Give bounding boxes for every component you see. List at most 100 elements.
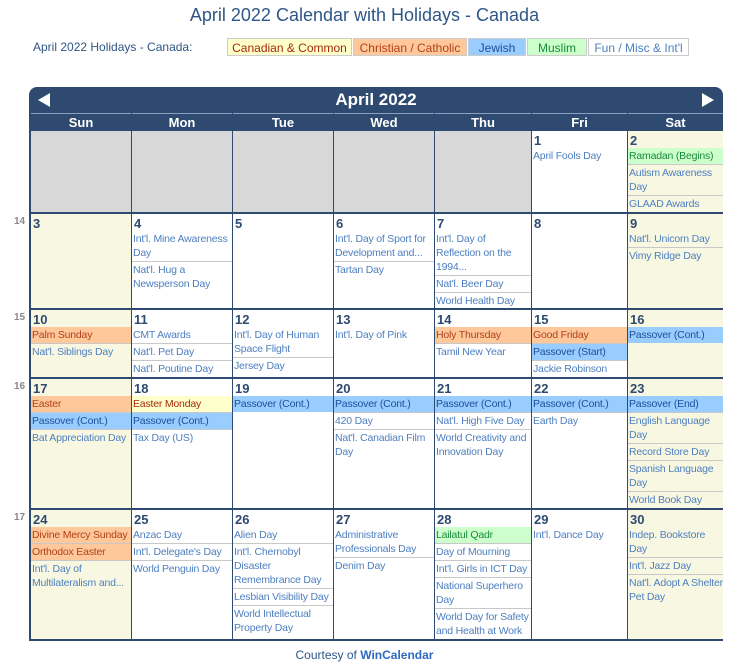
holiday-event[interactable]: GLAAD Awards [628, 196, 723, 212]
holiday-event[interactable]: Autism Awareness Day [628, 165, 723, 196]
holiday-event[interactable]: Int'l. Chernobyl Disaster Remembrance Da… [233, 544, 333, 589]
holiday-event[interactable]: Easter [31, 396, 131, 413]
holiday-event[interactable]: Administrative Professionals Day [334, 527, 434, 558]
arrow-right-icon[interactable] [702, 93, 714, 107]
holiday-event[interactable]: Nat'l. High Five Day [435, 413, 531, 430]
holiday-event[interactable]: 420 Day [334, 413, 434, 430]
day-cell[interactable]: 18 Easter Monday Passover (Cont.) Tax Day (… [132, 379, 232, 508]
day-cell[interactable]: 14 Holy Thursday Tamil New Year [435, 310, 531, 377]
holiday-event[interactable]: Passover (End) [628, 396, 723, 413]
day-cell[interactable]: 12 Int'l. Day of Human Space Flight Jersey… [233, 310, 333, 377]
day-cell[interactable]: 28 Lailatul Qadr Day of Mourning Int'l. Gir… [435, 510, 531, 639]
holiday-event[interactable]: National Superhero Day [435, 578, 531, 609]
day-cell[interactable]: 17 Easter Passover (Cont.) Bat Appreciation… [31, 379, 131, 508]
holiday-event[interactable]: Tax Day (US) [132, 430, 232, 446]
holiday-event[interactable]: Record Store Day [628, 444, 723, 461]
holiday-event[interactable]: Indep. Bookstore Day [628, 527, 723, 558]
day-cell[interactable]: 22 Passover (Cont.) Earth Day [532, 379, 627, 508]
day-cell[interactable]: 11 CMT Awards Nat'l. Pet Day Nat'l. Poutine… [132, 310, 232, 377]
holiday-event[interactable]: Anzac Day [132, 527, 232, 544]
day-cell[interactable]: 27 Administrative Professionals Day Denim … [334, 510, 434, 639]
holiday-event[interactable]: Nat'l. Canadian Film Day [334, 430, 434, 460]
day-cell[interactable]: 8 [532, 214, 627, 308]
holiday-event[interactable]: Tartan Day [334, 262, 434, 278]
holiday-event[interactable]: Easter Monday [132, 396, 232, 413]
day-cell[interactable]: 4 Int'l. Mine Awareness Day Nat'l. Hug a N… [132, 214, 232, 308]
day-cell[interactable]: 5 [233, 214, 333, 308]
holiday-event[interactable]: Int'l. Day of Human Space Flight [233, 327, 333, 358]
holiday-event[interactable]: Nat'l. Siblings Day [31, 344, 131, 360]
holiday-event[interactable]: Int'l. Day of Sport for Development and.… [334, 231, 434, 262]
day-cell[interactable]: 2 Ramadan (Begins) Autism Awareness Day GLA… [628, 131, 723, 212]
holiday-event[interactable]: Passover (Start) [532, 344, 627, 361]
holiday-event[interactable]: Lailatul Qadr [435, 527, 531, 544]
holiday-event[interactable]: Holy Thursday [435, 327, 531, 344]
day-cell[interactable]: 15 Good Friday Passover (Start) Jackie Robi… [532, 310, 627, 377]
holiday-event[interactable]: Passover (Cont.) [233, 396, 333, 412]
day-cell[interactable]: 20 Passover (Cont.) 420 Day Nat'l. Canadian… [334, 379, 434, 508]
holiday-event[interactable]: Int'l. Jazz Day [628, 558, 723, 575]
holiday-event[interactable]: Lesbian Visibility Day [233, 589, 333, 606]
holiday-event[interactable]: Passover (Cont.) [31, 413, 131, 430]
holiday-event[interactable]: World Penguin Day [132, 561, 232, 577]
holiday-event[interactable]: Earth Day [532, 413, 627, 429]
holiday-event[interactable]: Nat'l. Adopt A Shelter Pet Day [628, 575, 723, 605]
holiday-event[interactable]: Passover (Cont.) [334, 396, 434, 413]
holiday-event[interactable]: Ramadan (Begins) [628, 148, 723, 165]
holiday-event[interactable]: Int'l. Girls in ICT Day [435, 561, 531, 578]
holiday-event[interactable]: Denim Day [334, 558, 434, 574]
holiday-event[interactable]: Int'l. Day of Pink [334, 327, 434, 343]
day-cell[interactable]: 23 Passover (End) English Language Day Reco… [628, 379, 723, 508]
holiday-event[interactable]: Int'l. Dance Day [532, 527, 627, 543]
holiday-event[interactable]: World Day for Safety and Health at Work [435, 609, 531, 639]
wincalendar-link[interactable]: WinCalendar [360, 648, 433, 662]
day-cell[interactable]: 1 April Fools Day [532, 131, 627, 212]
holiday-event[interactable]: English Language Day [628, 413, 723, 444]
holiday-event[interactable]: Spanish Language Day [628, 461, 723, 492]
holiday-event[interactable]: Int'l. Delegate's Day [132, 544, 232, 561]
day-cell[interactable]: 16 Passover (Cont.) [628, 310, 723, 377]
holiday-event[interactable]: Int'l. Mine Awareness Day [132, 231, 232, 262]
holiday-event[interactable]: Passover (Cont.) [532, 396, 627, 413]
holiday-event[interactable]: World Intellectual Property Day [233, 606, 333, 636]
holiday-event[interactable]: Alien Day [233, 527, 333, 544]
holiday-event[interactable]: Passover (Cont.) [132, 413, 232, 430]
holiday-event[interactable]: Bat Appreciation Day [31, 430, 131, 446]
holiday-event[interactable]: Nat'l. Beer Day [435, 276, 531, 293]
day-cell[interactable]: 21 Passover (Cont.) Nat'l. High Five Day Wo… [435, 379, 531, 508]
day-cell[interactable]: 3 [31, 214, 131, 308]
day-cell[interactable]: 9 Nat'l. Unicorn Day Vimy Ridge Day [628, 214, 723, 308]
holiday-event[interactable]: Jersey Day [233, 358, 333, 374]
day-cell[interactable]: 26 Alien Day Int'l. Chernobyl Disaster Rem… [233, 510, 333, 639]
holiday-event[interactable]: Orthodox Easter [31, 544, 131, 561]
holiday-event[interactable]: Nat'l. Poutine Day [132, 361, 232, 377]
holiday-event[interactable]: Tamil New Year [435, 344, 531, 360]
day-cell[interactable]: 29 Int'l. Dance Day [532, 510, 627, 639]
holiday-event[interactable]: Int'l. Day of Multilateralism and... [31, 561, 131, 591]
holiday-event[interactable]: Nat'l. Unicorn Day [628, 231, 723, 248]
holiday-event[interactable]: Day of Mourning [435, 544, 531, 561]
day-cell[interactable]: 19 Passover (Cont.) [233, 379, 333, 508]
holiday-event[interactable]: Int'l. Day of Reflection on the 1994... [435, 231, 531, 276]
day-cell[interactable]: 25 Anzac Day Int'l. Delegate's Day World Pe… [132, 510, 232, 639]
holiday-event[interactable]: Palm Sunday [31, 327, 131, 344]
holiday-event[interactable]: Nat'l. Pet Day [132, 344, 232, 361]
day-cell[interactable]: 30 Indep. Bookstore Day Int'l. Jazz Day Nat… [628, 510, 723, 639]
holiday-event[interactable]: Passover (Cont.) [435, 396, 531, 413]
holiday-event[interactable]: World Book Day [628, 492, 723, 508]
holiday-event[interactable]: CMT Awards [132, 327, 232, 344]
holiday-event[interactable]: Jackie Robinson Day [532, 361, 627, 377]
day-cell[interactable]: 6 Int'l. Day of Sport for Development and… [334, 214, 434, 308]
holiday-event[interactable]: April Fools Day [532, 148, 627, 164]
day-cell[interactable]: 24 Divine Mercy Sunday Orthodox Easter Int'… [31, 510, 131, 639]
holiday-event[interactable]: Divine Mercy Sunday [31, 527, 131, 544]
holiday-event[interactable]: World Health Day [435, 293, 531, 308]
day-cell[interactable]: 13 Int'l. Day of Pink [334, 310, 434, 377]
day-cell[interactable]: 7 Int'l. Day of Reflection on the 1994...… [435, 214, 531, 308]
day-cell[interactable]: 10 Palm Sunday Nat'l. Siblings Day [31, 310, 131, 377]
holiday-event[interactable]: Nat'l. Hug a Newsperson Day [132, 262, 232, 292]
holiday-event[interactable]: Passover (Cont.) [628, 327, 723, 343]
holiday-event[interactable]: Good Friday [532, 327, 627, 344]
holiday-event[interactable]: World Creativity and Innovation Day [435, 430, 531, 460]
holiday-event[interactable]: Vimy Ridge Day [628, 248, 723, 264]
